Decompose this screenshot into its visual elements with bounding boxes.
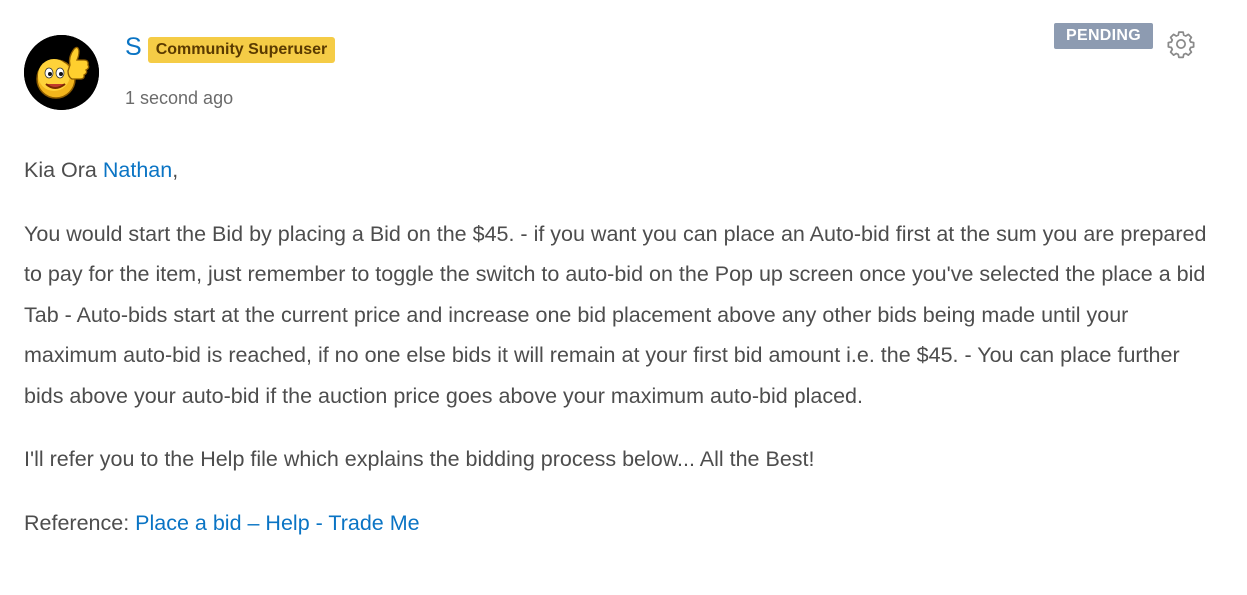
post-timestamp: 1 second ago (125, 88, 234, 108)
post-body: Kia Ora Nathan, You would start the Bid … (24, 150, 1224, 543)
greeting-suffix: , (172, 158, 179, 182)
avatar[interactable] (24, 35, 99, 110)
gear-icon[interactable] (1166, 29, 1196, 59)
greeting-prefix: Kia Ora (24, 158, 103, 182)
status-badge: PENDING (1054, 23, 1153, 49)
forum-post: S Community Superuser 1 second ago PENDI… (0, 0, 1247, 595)
author-name-link[interactable]: S (125, 32, 142, 62)
role-badge: Community Superuser (147, 37, 336, 63)
paragraph-1: You would start the Bid by placing a Bid… (24, 221, 1207, 408)
reference-line: Reference: Place a bid – Help - Trade Me (24, 503, 1224, 544)
author-line: S Community Superuser (125, 31, 336, 63)
reference-label: Reference: (24, 510, 136, 535)
paragraph-2: I'll refer you to the Help file which ex… (24, 447, 815, 471)
greeting: Kia Ora Nathan, (24, 150, 1224, 191)
reference-link[interactable]: Place a bid – Help - Trade Me (135, 511, 419, 535)
thumbs-up-smiley-icon (24, 35, 99, 110)
mention-link[interactable]: Nathan (103, 158, 172, 182)
